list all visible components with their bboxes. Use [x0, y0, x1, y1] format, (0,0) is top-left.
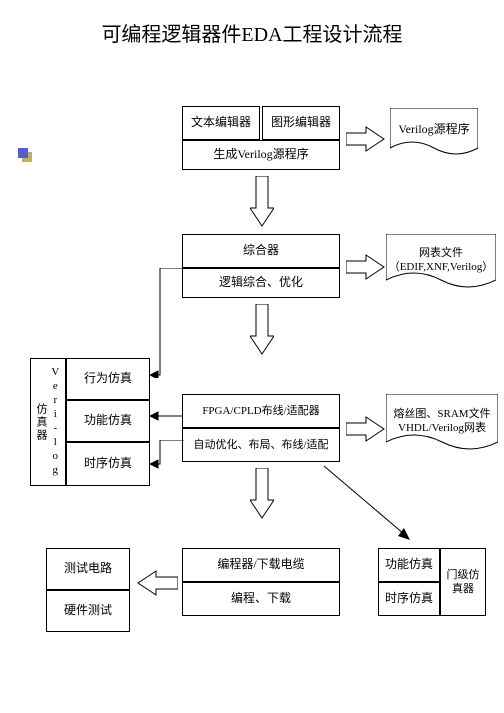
box-graph-editor: 图形编辑器: [262, 106, 340, 140]
doc-verilog-src: Verilog源程序: [390, 108, 478, 158]
arrow-right-icon: [346, 124, 386, 154]
box-hw-test: 硬件测试: [46, 590, 130, 632]
box-test-circuit: 测试电路: [46, 548, 130, 590]
box-sim-behav: 行为仿真: [66, 358, 150, 400]
box-prog-dl: 编程、下载: [182, 582, 340, 616]
box-sim-func: 功能仿真: [66, 400, 150, 442]
box-gen-verilog: 生成Verilog源程序: [182, 140, 340, 170]
box-fitter: FPGA/CPLD布线/适配器: [182, 394, 340, 428]
box-gate-timing: 时序仿真: [378, 582, 440, 616]
doc-fuse-label: 熔丝图、SRAM文件 VHDL/Verilog网表: [386, 394, 498, 454]
box-sim-timing: 时序仿真: [66, 442, 150, 486]
doc-netlist-label: 网表文件 （EDIF,XNF,Verilog）: [386, 234, 496, 292]
arrow-line-icon: [150, 268, 210, 378]
arrow-line-icon: [150, 408, 184, 424]
arrow-line-icon: [150, 440, 210, 470]
box-verilog-sim-header: Veri-log仿真器: [30, 358, 66, 486]
doc-verilog-src-label: Verilog源程序: [390, 108, 478, 158]
box-gate-sim: 门级仿真器: [440, 548, 486, 616]
arrow-line-icon: [320, 462, 416, 544]
arrow-left-icon: [134, 568, 178, 598]
page-title: 可编程逻辑器件EDA工程设计流程: [0, 18, 504, 47]
box-text-editor: 文本编辑器: [182, 106, 260, 140]
arrow-down-icon: [250, 176, 274, 228]
box-prog-cable: 编程器/下载电缆: [182, 548, 340, 582]
arrow-down-icon: [250, 304, 274, 356]
arrow-right-icon: [346, 414, 386, 444]
box-gate-func: 功能仿真: [378, 548, 440, 582]
bullet-icon: [18, 148, 32, 162]
arrow-down-icon: [250, 468, 274, 520]
box-synth: 综合器: [182, 234, 340, 268]
arrow-right-icon: [346, 252, 386, 282]
doc-fuse: 熔丝图、SRAM文件 VHDL/Verilog网表: [386, 394, 498, 454]
doc-netlist: 网表文件 （EDIF,XNF,Verilog）: [386, 234, 496, 292]
